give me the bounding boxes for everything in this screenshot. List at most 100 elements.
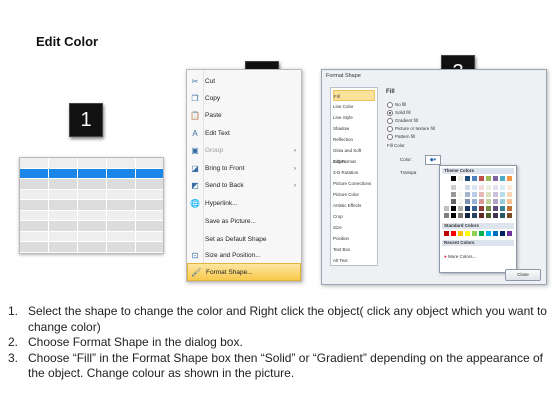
theme-color-swatch[interactable]: [444, 206, 449, 211]
category-picture-corrections[interactable]: Picture Corrections: [333, 178, 375, 189]
theme-color-swatch[interactable]: [451, 206, 456, 211]
standard-color-swatch[interactable]: [500, 231, 505, 236]
menu-item-bring-to-front[interactable]: ◪ Bring to Front ›: [187, 160, 301, 178]
theme-color-swatch[interactable]: [500, 199, 505, 204]
menu-item-group[interactable]: ▣ Group ›: [187, 142, 301, 160]
theme-color-swatch[interactable]: [507, 176, 512, 181]
no-fill-radio[interactable]: [387, 102, 393, 108]
theme-color-swatch[interactable]: [500, 176, 505, 181]
theme-color-swatch[interactable]: [493, 213, 498, 218]
theme-color-swatch[interactable]: [493, 199, 498, 204]
theme-color-swatch[interactable]: [472, 192, 477, 197]
theme-color-swatch[interactable]: [458, 213, 463, 218]
fill-color-dropdown[interactable]: ◆▾: [425, 155, 441, 165]
category-reflection[interactable]: Reflection: [333, 134, 375, 145]
theme-color-swatch[interactable]: [465, 176, 470, 181]
menu-item-paste[interactable]: 📋 Paste: [187, 107, 301, 125]
theme-color-swatch[interactable]: [451, 192, 456, 197]
theme-color-swatch[interactable]: [507, 213, 512, 218]
solid-fill-radio[interactable]: [387, 110, 393, 116]
theme-color-swatch[interactable]: [472, 199, 477, 204]
sample-table-shape[interactable]: [19, 157, 164, 254]
theme-color-swatch[interactable]: [472, 213, 477, 218]
category-line-color[interactable]: Line Color: [333, 101, 375, 112]
standard-color-swatch[interactable]: [451, 231, 456, 236]
menu-item-copy[interactable]: ❐ Copy: [187, 90, 301, 108]
standard-color-swatch[interactable]: [465, 231, 470, 236]
menu-item-format-shape[interactable]: 🖌 Format Shape...: [187, 263, 301, 281]
theme-color-swatch[interactable]: [444, 192, 449, 197]
theme-color-swatch[interactable]: [465, 199, 470, 204]
theme-color-swatch[interactable]: [444, 213, 449, 218]
menu-item-hyperlink[interactable]: 🌐 Hyperlink...: [187, 195, 301, 213]
more-colors-item[interactable]: ● More Colors...: [444, 254, 476, 259]
theme-color-swatch[interactable]: [472, 206, 477, 211]
theme-color-swatch[interactable]: [500, 213, 505, 218]
category-3d-format[interactable]: 3-D Format: [333, 156, 375, 167]
category-3d-rotation[interactable]: 3-D Rotation: [333, 167, 375, 178]
standard-color-swatch[interactable]: [472, 231, 477, 236]
theme-color-swatch[interactable]: [486, 192, 491, 197]
theme-color-swatch[interactable]: [479, 192, 484, 197]
theme-color-swatch[interactable]: [507, 185, 512, 190]
theme-color-swatch[interactable]: [451, 176, 456, 181]
pattern-fill-radio[interactable]: [387, 134, 393, 140]
menu-item-send-to-back[interactable]: ◩ Send to Back ›: [187, 177, 301, 195]
menu-item-cut[interactable]: ✂ Cut: [187, 73, 301, 91]
theme-color-swatch[interactable]: [465, 213, 470, 218]
theme-color-swatch[interactable]: [500, 192, 505, 197]
category-shadow[interactable]: Shadow: [333, 123, 375, 134]
theme-color-swatch[interactable]: [472, 185, 477, 190]
theme-color-swatch[interactable]: [465, 185, 470, 190]
theme-color-swatch[interactable]: [493, 185, 498, 190]
theme-color-swatch[interactable]: [500, 206, 505, 211]
picture-fill-radio[interactable]: [387, 126, 393, 132]
standard-color-swatch[interactable]: [507, 231, 512, 236]
theme-color-swatch[interactable]: [444, 185, 449, 190]
standard-color-swatch[interactable]: [479, 231, 484, 236]
theme-color-swatch[interactable]: [451, 199, 456, 204]
theme-color-swatch[interactable]: [500, 185, 505, 190]
theme-color-swatch[interactable]: [444, 199, 449, 204]
theme-color-swatch[interactable]: [479, 213, 484, 218]
category-fill[interactable]: Fill: [333, 90, 375, 101]
category-position[interactable]: Position: [333, 233, 375, 244]
theme-color-swatch[interactable]: [451, 185, 456, 190]
theme-color-swatch[interactable]: [486, 199, 491, 204]
category-crop[interactable]: Crop: [333, 211, 375, 222]
standard-color-swatch[interactable]: [493, 231, 498, 236]
theme-color-swatch[interactable]: [486, 213, 491, 218]
category-artistic-effects[interactable]: Artistic Effects: [333, 200, 375, 211]
theme-color-swatch[interactable]: [493, 176, 498, 181]
theme-color-swatch[interactable]: [458, 185, 463, 190]
category-line-style[interactable]: Line Style: [333, 112, 375, 123]
theme-color-swatch[interactable]: [479, 199, 484, 204]
theme-color-swatch[interactable]: [493, 192, 498, 197]
category-alt-text[interactable]: Alt Text: [333, 255, 375, 266]
category-picture-color[interactable]: Picture Color: [333, 189, 375, 200]
theme-color-swatch[interactable]: [458, 176, 463, 181]
menu-item-edit-text[interactable]: A Edit Text: [187, 125, 301, 143]
standard-color-swatch[interactable]: [486, 231, 491, 236]
theme-color-swatch[interactable]: [507, 192, 512, 197]
category-size[interactable]: Size: [333, 222, 375, 233]
theme-color-swatch[interactable]: [472, 176, 477, 181]
theme-color-swatch[interactable]: [451, 213, 456, 218]
theme-color-swatch[interactable]: [465, 192, 470, 197]
category-glow[interactable]: Glow and Soft Edges: [333, 145, 375, 164]
standard-color-swatch[interactable]: [458, 231, 463, 236]
theme-color-swatch[interactable]: [479, 206, 484, 211]
theme-color-swatch[interactable]: [486, 185, 491, 190]
theme-color-swatch[interactable]: [465, 206, 470, 211]
theme-color-swatch[interactable]: [486, 206, 491, 211]
theme-color-swatch[interactable]: [493, 206, 498, 211]
theme-color-swatch[interactable]: [458, 192, 463, 197]
standard-color-swatch[interactable]: [444, 231, 449, 236]
theme-color-swatch[interactable]: [444, 176, 449, 181]
close-button[interactable]: Close: [505, 269, 541, 281]
menu-item-save-as-picture[interactable]: Save as Picture...: [187, 213, 301, 231]
theme-color-swatch[interactable]: [486, 176, 491, 181]
theme-color-swatch[interactable]: [479, 176, 484, 181]
theme-color-swatch[interactable]: [507, 206, 512, 211]
theme-color-swatch[interactable]: [507, 199, 512, 204]
